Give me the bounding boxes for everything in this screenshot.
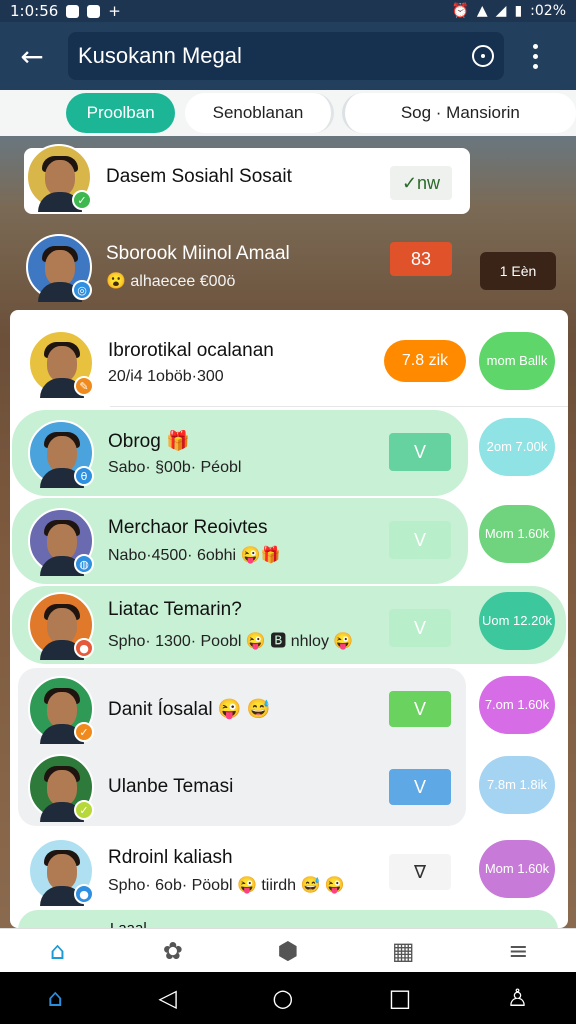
home-icon[interactable]: ⌂ — [43, 936, 73, 966]
action-button[interactable]: V — [389, 609, 451, 647]
home-circle-icon[interactable]: ○ — [272, 984, 293, 1012]
list-item[interactable]: ✓ Dasem Sosiahl Sosait — [26, 144, 292, 212]
time-pill[interactable]: 7.8m 1.8ik — [479, 756, 555, 814]
list-item[interactable]: ✓ Danit Íosalal 😜 😅 — [28, 676, 271, 744]
app-title: Kusokann Megal — [78, 43, 242, 68]
avatar: ✓ — [28, 754, 94, 822]
time-pill[interactable]: Mom 1.60k — [479, 840, 555, 898]
more-options-icon[interactable] — [520, 34, 550, 78]
battery-icon: ▮ — [514, 3, 523, 19]
back-arrow-icon[interactable]: ← — [10, 34, 54, 78]
shield-icon[interactable]: ⬢ — [273, 936, 303, 966]
time-pill[interactable]: Uom 12.20k — [479, 592, 555, 650]
contact-name: Obrog 🎁 — [108, 431, 190, 452]
battery-level: :02% — [530, 3, 566, 19]
contact-name: Merchaor Reoivtes — [108, 517, 268, 538]
bottom-nav: ⌂ ✿ ⬢ ▦ ≡ — [0, 928, 576, 972]
avatar: ✓ — [28, 676, 94, 744]
plus-icon: + — [108, 2, 121, 20]
recents-icon[interactable]: □ — [389, 984, 412, 1012]
contact-name: Ulanbe Temasi — [108, 776, 234, 797]
system-nav-bar: ⌂ ◁ ○ □ ♙ — [0, 972, 576, 1024]
contact-subtitle: Spho· 1300· Poobl 😜 🅱 nhloy 😜 — [108, 633, 354, 650]
status-icon: θ — [74, 466, 94, 486]
divider — [110, 406, 568, 407]
list-item[interactable]: ● Liatac Temarin? Spho· 1300· Poobl 😜 🅱 … — [28, 592, 354, 660]
action-button[interactable]: V — [389, 691, 451, 727]
avatar: ● — [28, 838, 94, 906]
tab-bar: Proolban Senoblanan Sog · Mansiorin — [0, 90, 576, 136]
time-pill[interactable]: Mom 1.60k — [479, 505, 555, 563]
contact-subtitle: 😮 alhaecee €00ö — [106, 273, 236, 290]
check-icon: ✓ — [72, 190, 92, 210]
time-pill[interactable]: mom Ballk — [479, 332, 555, 390]
contact-name: Liatac Temarin? — [108, 599, 242, 620]
search-bar[interactable]: Kusokann Megal — [68, 32, 504, 80]
avatar: θ — [28, 420, 94, 488]
contact-subtitle: Nabo·4500· 6obhi 😜🎁 — [108, 547, 281, 564]
app-bar: ← Kusokann Megal — [0, 22, 576, 90]
avatar: ◍ — [28, 508, 94, 576]
action-button[interactable]: V — [389, 769, 451, 805]
action-button[interactable]: ∇ — [389, 854, 451, 890]
list-item[interactable]: θ Obrog 🎁 Sabo· §00b· Péobl — [28, 420, 242, 488]
contact-name: Danit Íosalal 😜 😅 — [108, 699, 271, 720]
avatar: ◎ — [26, 234, 92, 302]
contact-name: Rdroinl kaliash — [108, 847, 233, 868]
check-icon: ✓ — [74, 722, 94, 742]
contact-subtitle: Sabo· §00b· Péobl — [108, 459, 242, 476]
action-button[interactable]: V — [389, 433, 451, 471]
status-icon: ● — [74, 638, 94, 658]
status-bar: 1:0:56 + ⏰ ▲ ◢ ▮ :02% — [0, 0, 576, 22]
wifi-icon: ▲ — [476, 3, 488, 19]
edit-icon: ✎ — [74, 376, 94, 396]
status-icon: ● — [74, 884, 94, 904]
tab-sog[interactable]: Sog · Mansiorin — [341, 93, 576, 133]
notification-icon — [66, 4, 80, 18]
check-icon: ✓ — [74, 800, 94, 820]
list-item[interactable]: ✓ Ulanbe Temasi — [28, 754, 234, 822]
inbox-icon[interactable]: ▦ — [388, 936, 418, 966]
status-time: 1:0:56 — [10, 2, 59, 20]
time-pill[interactable]: 7.om 1.60k — [479, 676, 555, 734]
tab-problem[interactable]: Proolban — [66, 93, 176, 133]
contact-subtitle: Spho· 6ob· Pöobl 😜 tiirdh 😅 😜 — [108, 877, 345, 894]
contact-subtitle: 20/i4 1oböb·300 — [108, 368, 224, 385]
avatar: ✓ — [26, 144, 92, 212]
signal-icon: ◢ — [495, 3, 507, 19]
home-icon[interactable]: ⌂ — [48, 984, 63, 1012]
back-icon[interactable]: ◁ — [158, 984, 176, 1012]
profile-icon[interactable]: ♙ — [507, 984, 529, 1012]
paw-icon[interactable]: ✿ — [158, 936, 188, 966]
mail-icon — [87, 4, 101, 18]
avatar: ● — [28, 592, 94, 660]
clock-icon[interactable] — [472, 45, 494, 67]
time-pill[interactable]: 2om 7.00k — [479, 418, 555, 476]
action-button[interactable]: 83 — [390, 242, 452, 276]
contact-name: Ibrorotikal ocalanan — [108, 340, 274, 361]
action-button[interactable]: ✓nw — [390, 166, 452, 200]
contact-name: Sborook Miinol Amaal — [106, 243, 290, 264]
action-button[interactable]: V — [389, 521, 451, 559]
list-item[interactable]: ◎ Sborook Miinol Amaal 😮 alhaecee €00ö — [26, 234, 290, 302]
tab-senoblanan[interactable]: Senoblanan — [185, 93, 334, 133]
list-item[interactable]: ◍ Merchaor Reoivtes Nabo·4500· 6obhi 😜🎁 — [28, 508, 281, 576]
status-icon: ◍ — [74, 554, 94, 574]
alarm-icon: ⏰ — [451, 3, 469, 19]
list-item[interactable]: ✎ Ibrorotikal ocalanan 20/i4 1oböb·300 — [28, 330, 274, 398]
time-badge[interactable]: 1 Eèn — [480, 252, 556, 290]
avatar: ✎ — [28, 330, 94, 398]
list-item[interactable]: ● Rdroinl kaliash Spho· 6ob· Pöobl 😜 tii… — [28, 838, 345, 906]
menu-icon[interactable]: ≡ — [503, 936, 533, 966]
status-icon: ◎ — [72, 280, 92, 300]
contact-name: Dasem Sosiahl Sosait — [106, 166, 292, 187]
action-button[interactable]: 7.8 zik — [384, 340, 466, 382]
